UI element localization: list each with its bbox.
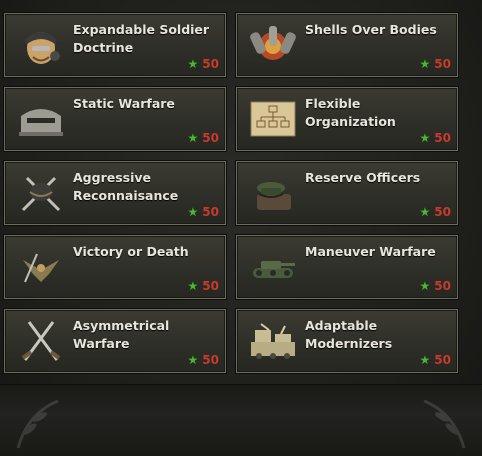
cost-display: ★ 50 [188,205,219,219]
org-chart-icon [247,96,299,142]
cost-display: ★ 50 [188,279,219,293]
crossed-bayonets-icon [15,318,67,364]
doctrine-card-reserve-officers[interactable]: Reserve Officers ★ 50 [236,161,458,225]
cost-value: 50 [202,205,219,219]
doctrine-card-asymmetrical-warfare[interactable]: Asymmetrical Warfare ★ 50 [4,309,226,373]
panel-footer [0,384,482,456]
star-icon: ★ [419,205,431,219]
card-title: Asymmetrical Warfare [73,318,170,351]
vehicle-column-icon [247,318,299,364]
cost-display: ★ 50 [188,353,219,367]
star-icon: ★ [187,131,199,145]
soldier-head-icon [15,22,67,68]
cost-display: ★ 50 [420,205,451,219]
laurel-ornament-right-icon [423,399,466,449]
cost-display: ★ 50 [188,57,219,71]
cost-value: 50 [434,353,451,367]
star-icon: ★ [419,57,431,71]
doctrine-card-static-warfare[interactable]: Static Warfare ★ 50 [4,87,226,151]
doctrine-card-adaptable-modernizers[interactable]: Adaptable Modernizers ★ 50 [236,309,458,373]
officer-cap-icon [247,170,299,216]
cost-display: ★ 50 [420,279,451,293]
cost-value: 50 [434,57,451,71]
star-icon: ★ [187,57,199,71]
card-title: Victory or Death [73,244,189,259]
cost-value: 50 [434,279,451,293]
cost-value: 50 [202,57,219,71]
cost-value: 50 [434,131,451,145]
cost-value: 50 [202,353,219,367]
cost-display: ★ 50 [420,353,451,367]
star-icon: ★ [187,205,199,219]
cost-display: ★ 50 [420,131,451,145]
star-icon: ★ [419,353,431,367]
eagle-icon [15,244,67,290]
card-title: Shells Over Bodies [305,22,437,37]
card-title: Reserve Officers [305,170,421,185]
crossed-swords-helmet-icon [15,170,67,216]
doctrine-panel: Expandable Soldier Doctrine ★ 50 Shells … [0,0,482,456]
bunker-icon [15,96,67,142]
doctrine-card-flexible-organization[interactable]: Flexible Organization ★ 50 [236,87,458,151]
star-icon: ★ [187,353,199,367]
card-title: Static Warfare [73,96,175,111]
tank-icon [247,244,299,290]
cost-value: 50 [434,205,451,219]
doctrine-grid: Expandable Soldier Doctrine ★ 50 Shells … [4,13,458,373]
doctrine-card-shells-over-bodies[interactable]: Shells Over Bodies ★ 50 [236,13,458,77]
card-title: Expandable Soldier Doctrine [73,22,210,55]
star-icon: ★ [419,131,431,145]
doctrine-card-aggressive-reconnaisance[interactable]: Aggressive Reconnaisance ★ 50 [4,161,226,225]
star-icon: ★ [419,279,431,293]
artillery-shells-icon [247,22,299,68]
card-title: Maneuver Warfare [305,244,436,259]
cost-value: 50 [202,131,219,145]
star-icon: ★ [187,279,199,293]
cost-display: ★ 50 [188,131,219,145]
card-title: Aggressive Reconnaisance [73,170,179,203]
doctrine-card-victory-or-death[interactable]: Victory or Death ★ 50 [4,235,226,299]
cost-value: 50 [202,279,219,293]
doctrine-card-maneuver-warfare[interactable]: Maneuver Warfare ★ 50 [236,235,458,299]
laurel-ornament-left-icon [16,399,59,449]
card-title: Adaptable Modernizers [305,318,393,351]
doctrine-card-expandable-soldier[interactable]: Expandable Soldier Doctrine ★ 50 [4,13,226,77]
card-title: Flexible Organization [305,96,396,129]
cost-display: ★ 50 [420,57,451,71]
